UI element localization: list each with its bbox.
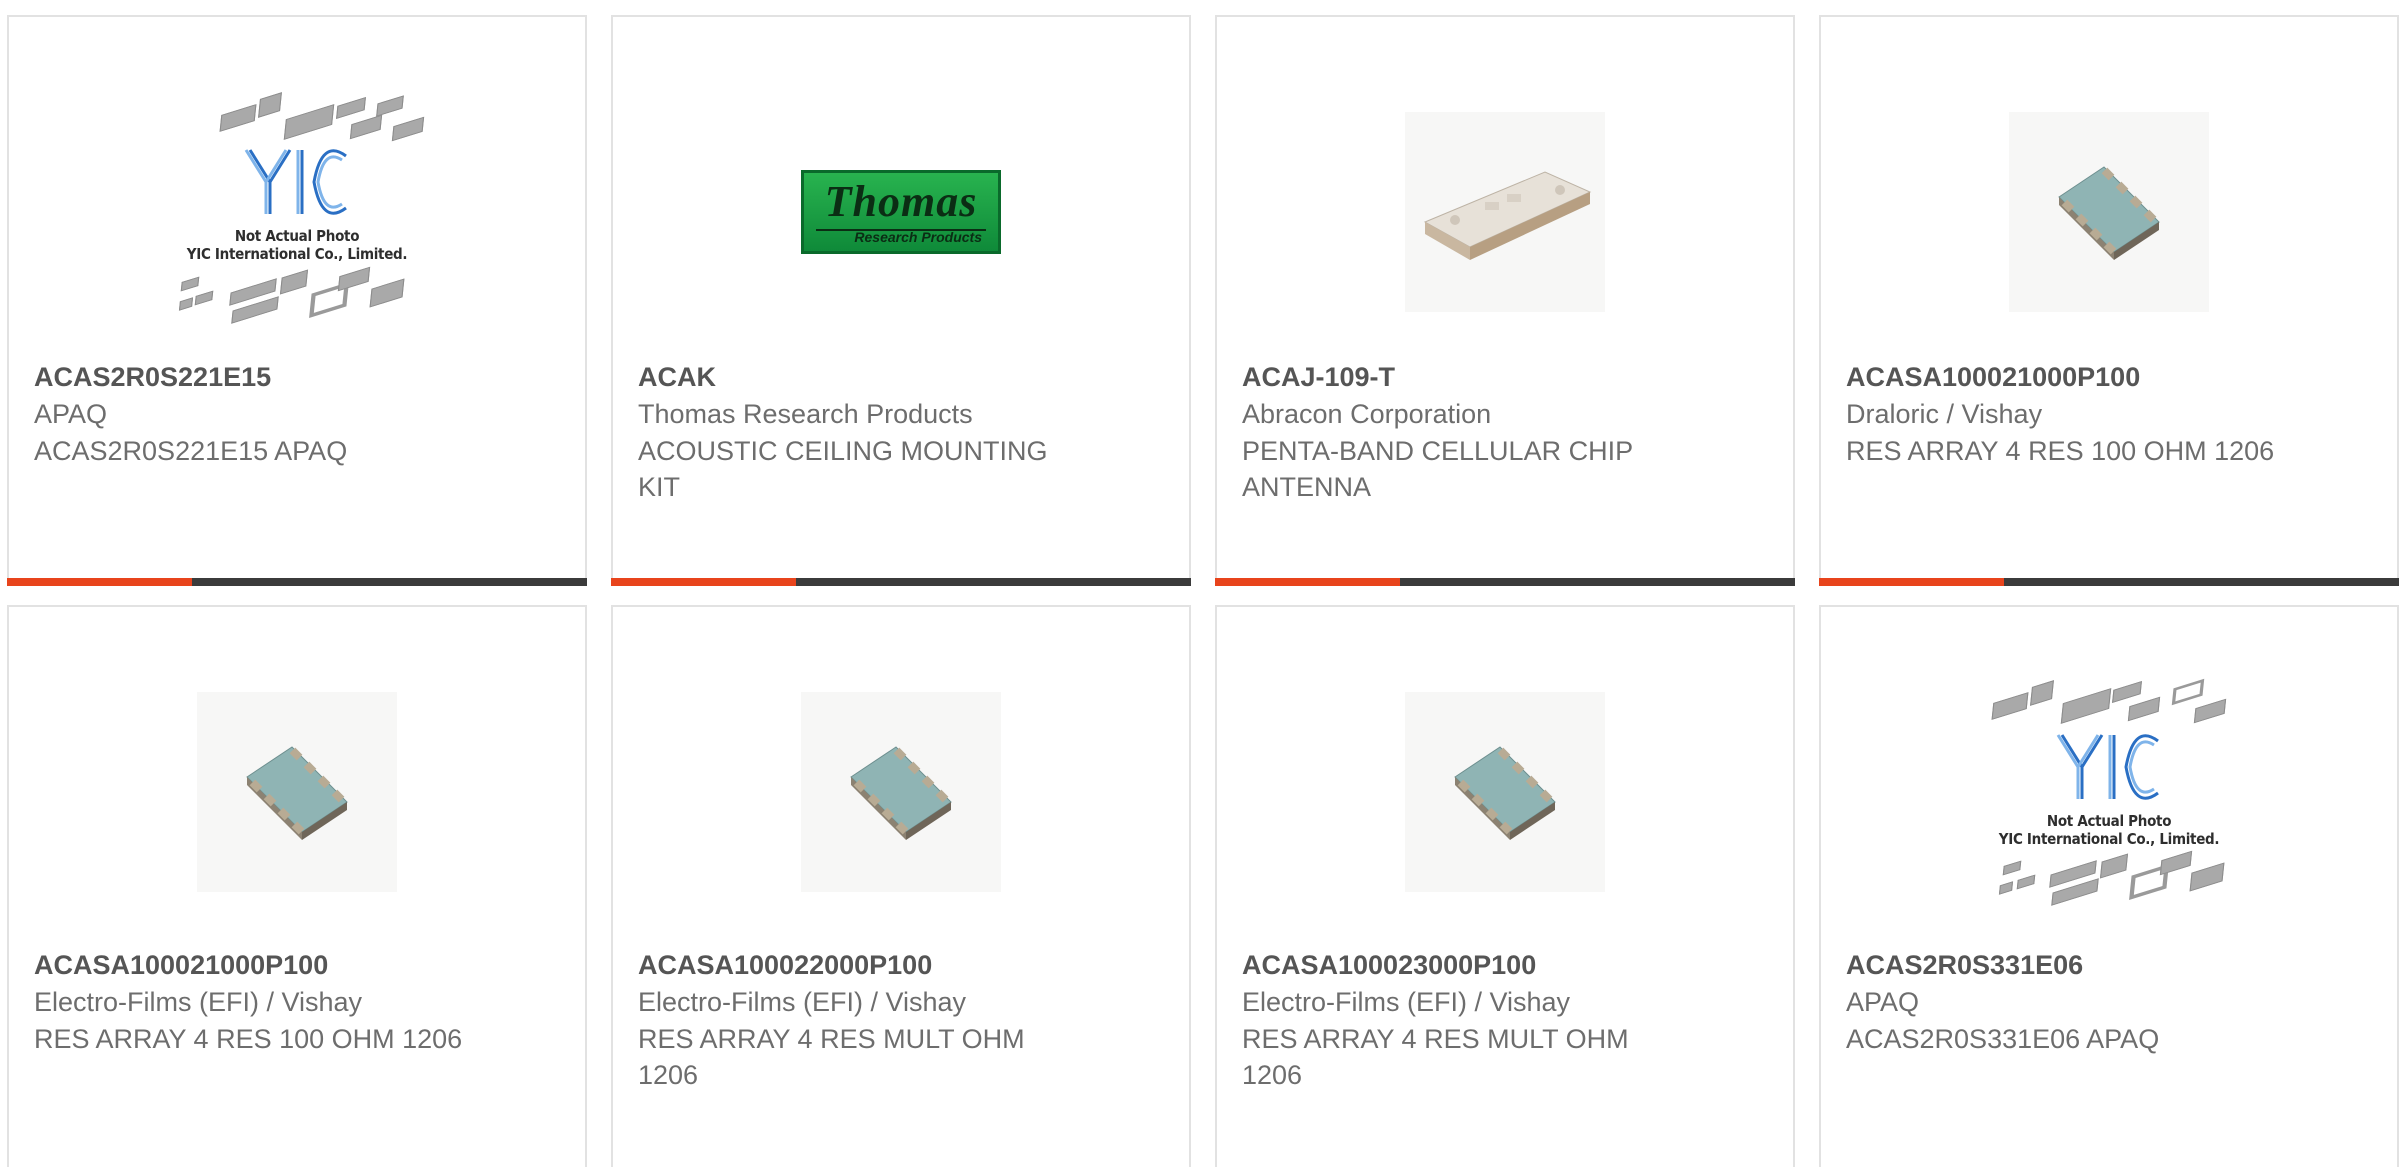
manufacturer: Electro-Films (EFI) / Vishay	[34, 987, 363, 1017]
resistor-array-photo	[197, 692, 397, 892]
manufacturer: Electro-Films (EFI) / Vishay	[638, 987, 967, 1017]
manufacturer: Draloric / Vishay	[1846, 399, 2043, 429]
product-image[interactable]: Thomas Research Products	[613, 77, 1189, 347]
card-bar-accent	[1215, 578, 1400, 586]
part-number[interactable]: ACASA100021000P100	[34, 947, 560, 984]
product-card[interactable]: Thomas Research Products ACAK Thomas Res…	[611, 15, 1191, 586]
card-bar	[1819, 578, 2399, 586]
thomas-logo: Thomas Research Products	[801, 170, 1001, 254]
yic-logo-icon	[244, 149, 347, 215]
thomas-logo-name: Thomas	[824, 177, 978, 226]
resistor-array-icon	[850, 746, 952, 840]
product-image[interactable]	[1217, 657, 1793, 927]
product-info: ACAK Thomas Research Products ACOUSTIC C…	[638, 359, 1164, 505]
product-card[interactable]: ACASA100022000P100 Electro-Films (EFI) /…	[611, 605, 1191, 1167]
chip-antenna-photo	[1405, 112, 1605, 312]
manufacturer: APAQ	[34, 399, 108, 429]
thomas-logo-tagline: Research Products	[854, 229, 982, 245]
resistor-array-photo	[1405, 692, 1605, 892]
product-image[interactable]: Not Actual Photo YIC International Co., …	[1821, 657, 2397, 927]
part-number[interactable]: ACAS2R0S221E15	[34, 359, 560, 396]
product-info: ACASA100023000P100 Electro-Films (EFI) /…	[1242, 947, 1768, 1093]
part-number[interactable]: ACAS2R0S331E06	[1846, 947, 2372, 984]
product-image[interactable]	[613, 657, 1189, 927]
chip-antenna-icon	[1423, 171, 1592, 260]
product-info: ACAS2R0S221E15 APAQ ACAS2R0S221E15 APAQ	[34, 359, 560, 469]
product-info: ACAJ-109-T Abracon Corporation PENTA-BAN…	[1242, 359, 1768, 505]
part-number[interactable]: ACASA100021000P100	[1846, 359, 2372, 396]
card-bar	[611, 578, 1191, 586]
card-bar-accent	[7, 578, 192, 586]
description: RES ARRAY 4 RES 100 OHM 1206	[1846, 436, 2275, 466]
product-card[interactable]: ACASA100021000P100 Draloric / Vishay RES…	[1819, 15, 2399, 586]
card-bar	[1215, 578, 1795, 586]
manufacturer: Thomas Research Products	[638, 399, 973, 429]
placeholder-caption: Not Actual Photo	[2046, 812, 2172, 830]
manufacturer: APAQ	[1846, 987, 1920, 1017]
product-image[interactable]	[1217, 77, 1793, 347]
product-grid: Not Actual Photo YIC International Co., …	[0, 0, 2400, 1167]
resistor-array-photo	[2009, 112, 2209, 312]
card-bar-accent	[611, 578, 796, 586]
product-image[interactable]	[1821, 77, 2397, 347]
product-image[interactable]	[9, 657, 585, 927]
yic-logo-icon	[2056, 734, 2159, 800]
product-info: ACASA100021000P100 Electro-Films (EFI) /…	[34, 947, 560, 1057]
product-card[interactable]: ACAJ-109-T Abracon Corporation PENTA-BAN…	[1215, 15, 1795, 586]
resistor-array-icon	[1454, 746, 1556, 840]
description: PENTA-BAND CELLULAR CHIP ANTENNA	[1242, 436, 1633, 502]
product-info: ACASA100022000P100 Electro-Films (EFI) /…	[638, 947, 1164, 1093]
description: RES ARRAY 4 RES MULT OHM 1206	[638, 1024, 1025, 1090]
card-bar	[7, 578, 587, 586]
description: ACAS2R0S331E06 APAQ	[1846, 1024, 2160, 1054]
product-card[interactable]: Not Actual Photo YIC International Co., …	[1819, 605, 2399, 1167]
card-bar-accent	[1819, 578, 2004, 586]
placeholder-company: YIC International Co., Limited.	[1998, 830, 2220, 848]
product-image[interactable]: Not Actual Photo YIC International Co., …	[9, 77, 585, 347]
product-info: ACASA100021000P100 Draloric / Vishay RES…	[1846, 359, 2372, 469]
part-number[interactable]: ACAK	[638, 359, 1164, 396]
resistor-array-photo	[801, 692, 1001, 892]
product-card[interactable]: ACASA100023000P100 Electro-Films (EFI) /…	[1215, 605, 1795, 1167]
yic-placeholder-image: Not Actual Photo YIC International Co., …	[1974, 667, 2244, 917]
part-number[interactable]: ACAJ-109-T	[1242, 359, 1768, 396]
part-number[interactable]: ACASA100022000P100	[638, 947, 1164, 984]
product-card[interactable]: Not Actual Photo YIC International Co., …	[7, 15, 587, 586]
resistor-array-icon	[246, 746, 348, 840]
manufacturer: Abracon Corporation	[1242, 399, 1492, 429]
description: ACOUSTIC CEILING MOUNTING KIT	[638, 436, 1048, 502]
manufacturer: Electro-Films (EFI) / Vishay	[1242, 987, 1571, 1017]
description: RES ARRAY 4 RES 100 OHM 1206	[34, 1024, 463, 1054]
description: ACAS2R0S221E15 APAQ	[34, 436, 348, 466]
product-info: ACAS2R0S331E06 APAQ ACAS2R0S331E06 APAQ	[1846, 947, 2372, 1057]
product-card[interactable]: ACASA100021000P100 Electro-Films (EFI) /…	[7, 605, 587, 1167]
resistor-array-icon	[2058, 166, 2160, 260]
description: RES ARRAY 4 RES MULT OHM 1206	[1242, 1024, 1629, 1090]
part-number[interactable]: ACASA100023000P100	[1242, 947, 1768, 984]
placeholder-company: YIC International Co., Limited.	[186, 245, 408, 263]
yic-placeholder-image: Not Actual Photo YIC International Co., …	[162, 87, 432, 337]
placeholder-caption: Not Actual Photo	[234, 227, 360, 245]
